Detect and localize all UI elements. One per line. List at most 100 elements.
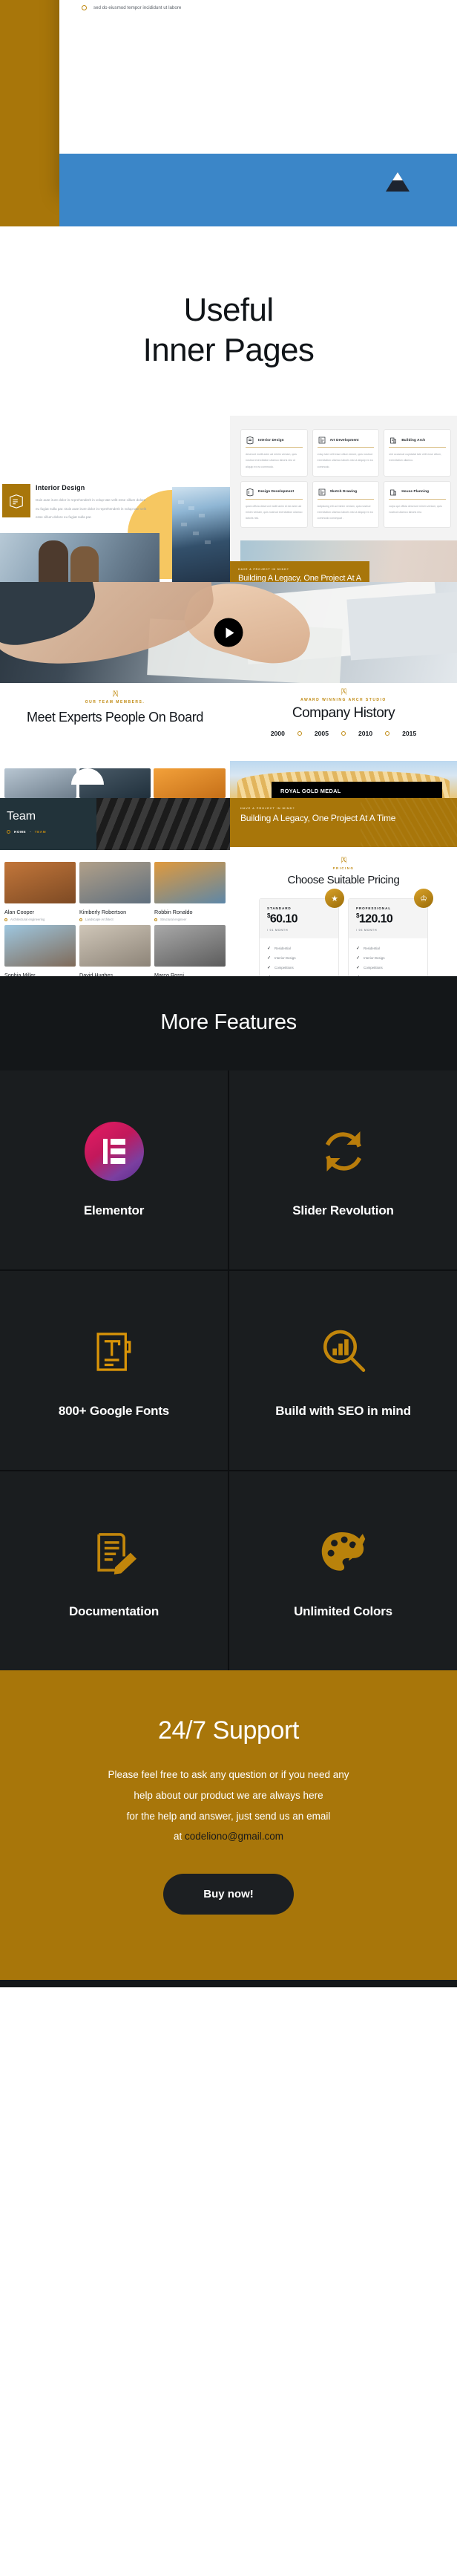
- preview-pricing-page[interactable]: HAVE A PROJECT IN MIND? Building A Legac…: [230, 798, 457, 977]
- timeline-year[interactable]: 2010: [358, 730, 372, 737]
- feature-card-unlimited-colors[interactable]: Unlimited Colors: [229, 1471, 457, 1671]
- design-development-icon: [246, 487, 254, 497]
- brand-logo-icon: |X|: [341, 856, 346, 864]
- pricing-card-professional[interactable]: ♔ PROFESSIONAL $120.10 / 06 MONTH ✓ Resid…: [348, 889, 433, 977]
- check-icon: ✓: [356, 946, 361, 951]
- blueprint-icon: [2, 484, 30, 518]
- feature-label: Unlimited Colors: [294, 1604, 392, 1619]
- feature-label: Reuse: [364, 975, 373, 977]
- member-photo: [154, 862, 226, 904]
- timeline-year[interactable]: 2000: [271, 730, 285, 737]
- brand-logo-icon: |X|: [112, 690, 118, 698]
- support-section: 24/7 Support Please feel free to ask any…: [0, 1670, 457, 1981]
- service-name: Art Development: [329, 437, 359, 442]
- service-card[interactable]: Art Development volup tate velit esse ci…: [312, 429, 380, 477]
- feature-card-slider-revolution[interactable]: Slider Revolution: [229, 1070, 457, 1270]
- member-photo: [154, 925, 226, 967]
- service-card-head: Design Development: [246, 487, 303, 497]
- team-photo-row: [0, 768, 230, 799]
- banner-title: Building A Legacy, One Project At A Time: [238, 574, 361, 583]
- timeline-year[interactable]: 2005: [315, 730, 329, 737]
- seo-magnifier-chart-icon: [317, 1322, 370, 1382]
- team-page-hero: Team HOME - TEAM: [0, 798, 230, 851]
- mountain-snow-shape: [392, 172, 403, 180]
- blueprint-icon: [246, 435, 254, 445]
- team-member-card[interactable]: Alan Cooper Architectural engineering: [4, 862, 76, 921]
- feature-label: Residential: [274, 946, 291, 950]
- preview-banner-box: HAVE A PROJECT IN MIND? Building A Legac…: [230, 561, 369, 583]
- member-name: Alan Cooper: [4, 909, 34, 916]
- service-card-head: Building Arch: [389, 435, 446, 444]
- service-card-head: House Planning: [389, 487, 446, 496]
- promo-kicker: HAVE A PROJECT IN MIND?: [240, 807, 295, 811]
- service-text: volup tate velit esse cillum dolore, qui…: [317, 453, 373, 468]
- preview-video-band[interactable]: [0, 582, 457, 684]
- preview-interior-design-page[interactable]: Interior Design Duis aute irure dolor in…: [0, 416, 230, 583]
- feature-card-google-fonts[interactable]: 800+ Google Fonts: [0, 1271, 228, 1471]
- building-icon: [389, 435, 398, 444]
- play-button[interactable]: [214, 618, 243, 647]
- plan-period: / 06 MONTH: [356, 928, 378, 932]
- feature-card-documentation[interactable]: Documentation: [0, 1471, 228, 1671]
- timeline-year[interactable]: 2015: [402, 730, 416, 737]
- color-palette-icon: [317, 1523, 370, 1582]
- service-card[interactable]: Design Development quick officia deserun…: [240, 480, 308, 529]
- check-icon: ✓: [267, 955, 272, 961]
- hero-section: Useful Inner Pages: [0, 226, 457, 416]
- check-icon: ✓: [356, 965, 361, 970]
- member-photo: [4, 925, 76, 967]
- support-line-2: help about our product we are always her…: [134, 1790, 323, 1802]
- section-title: Company History: [292, 705, 395, 722]
- plan-price: 60.10: [269, 912, 298, 926]
- feature-label: Interior Design: [364, 955, 385, 960]
- hero-stripes-decor: [96, 798, 230, 851]
- service-card[interactable]: House Planning culpa qui officia deserun…: [384, 480, 451, 529]
- document-preview-strip: non proident, sunt in culpa qui officia …: [0, 0, 457, 226]
- service-card[interactable]: Sketch Drawing Adipiscing elit ad minim …: [312, 480, 380, 529]
- member-role: Structural engineer: [160, 918, 187, 922]
- support-email[interactable]: codeliono@gmail.com: [185, 1831, 283, 1842]
- team-member-card[interactable]: Sophia Miller Interior Designer: [4, 925, 76, 976]
- team-photo: [154, 768, 226, 799]
- pricing-card-standard[interactable]: ★ STANDARD $60.10 / 01 MONTH ✓ Residentia…: [259, 889, 344, 977]
- service-card-head: Sketch Drawing: [318, 487, 375, 496]
- member-role-row: Landscape Architect: [79, 918, 151, 921]
- preview-team-page[interactable]: Team HOME - TEAM Alan Cooper Architectur…: [0, 798, 230, 977]
- support-title: 24/7 Support: [158, 1716, 299, 1745]
- service-card[interactable]: Building Arch sint occaecat cupidatat ta…: [384, 429, 451, 477]
- service-name: Sketch Drawing: [329, 489, 358, 494]
- feature-label: Build with SEO in mind: [275, 1404, 411, 1419]
- preview-company-history-page[interactable]: |X| AWARD WINNING ARCH STUDIO Company Hi…: [230, 683, 457, 799]
- features-grid: Elementor Slider Revolution 800+ Google …: [0, 1070, 457, 1671]
- plan-features: ✓ Residential ✓ Interior Design ✓ Competiti…: [260, 938, 338, 977]
- member-photo: [79, 925, 151, 967]
- breadcrumb-home[interactable]: HOME: [14, 830, 26, 834]
- inner-pages-gallery: Interior Design Duis aute irure dolor in…: [0, 416, 457, 977]
- feature-label: 800+ Google Fonts: [58, 1404, 170, 1419]
- check-icon: ✓: [356, 955, 361, 961]
- feature-card-elementor[interactable]: Elementor: [0, 1070, 228, 1270]
- more-features-section: More Features Elementor Slider Revolutio…: [0, 976, 457, 1671]
- feature-card-seo[interactable]: Build with SEO in mind: [229, 1271, 457, 1471]
- play-icon: [226, 627, 234, 638]
- crown-icon: ♔: [414, 889, 433, 909]
- team-member-card[interactable]: David Hughes Project Manager: [79, 925, 151, 976]
- check-icon: ✓: [267, 946, 272, 951]
- gallery-row: Interior Design Duis aute irure dolor in…: [0, 416, 457, 583]
- team-page-title: Team: [7, 810, 36, 823]
- building-photo: [172, 487, 230, 583]
- member-role: Architectural engineering: [10, 918, 45, 922]
- promo-title: Building A Legacy, One Project At A Time: [240, 813, 396, 824]
- team-member-card[interactable]: Robbin Ronaldo Structural engineer: [154, 862, 226, 921]
- feature-label: Documentation: [68, 1604, 160, 1619]
- plan-feature: ✓ Interior Design: [356, 955, 420, 961]
- preview-services-page[interactable]: Interior Design deserunt mollit anim ad …: [230, 416, 457, 583]
- feature-label: Competitions: [364, 965, 383, 970]
- team-member-card[interactable]: Kimberly Robertson Landscape Architect: [79, 862, 151, 921]
- preview-team-heading-page[interactable]: |X| OUR TEAM MEMBERS. Meet Experts Peopl…: [0, 683, 230, 799]
- plan-head: STANDARD $60.10 / 01 MONTH: [260, 899, 338, 938]
- buy-now-button[interactable]: Buy now!: [163, 1874, 294, 1915]
- photo-person-2: [70, 546, 99, 583]
- service-card[interactable]: Interior Design deserunt mollit anim ad …: [240, 429, 308, 477]
- team-member-card[interactable]: Marco Rossi Civil Engineer: [154, 925, 226, 976]
